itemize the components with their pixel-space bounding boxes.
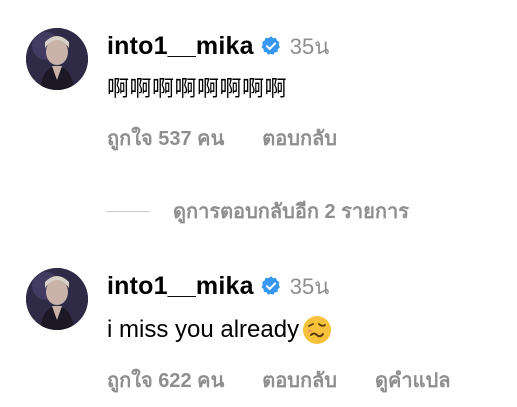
likes-count-button[interactable]: ถูกใจ 537 คน	[107, 122, 224, 154]
comment-content: into1__mika 35น i miss you already ถูกใจ…	[107, 270, 505, 396]
comment-actions: ถูกใจ 537 คน ตอบกลับ	[107, 122, 505, 154]
comments-thread: into1__mika 35น 啊啊啊啊啊啊啊啊 ถูกใจ 537 คน ตอ…	[0, 0, 517, 407]
divider-line	[107, 210, 149, 212]
view-replies-label: ดูการตอบกลับอีก 2 รายการ	[173, 201, 409, 223]
comment-text: 啊啊啊啊啊啊啊啊	[107, 74, 505, 104]
timestamp: 35น	[289, 273, 330, 299]
reply-button[interactable]: ตอบกลับ	[262, 122, 337, 154]
comment-actions: ถูกใจ 622 คน ตอบกลับ ดูคำแปล	[107, 364, 505, 396]
translate-button[interactable]: ดูคำแปล	[375, 364, 450, 396]
username[interactable]: into1__mika	[107, 32, 254, 61]
view-replies-button[interactable]: ดูการตอบกลับอีก 2 รายการ	[107, 195, 409, 227]
verified-badge-icon	[260, 35, 282, 57]
verified-badge-icon	[260, 275, 282, 297]
avatar-image	[26, 268, 88, 330]
avatar-image	[26, 28, 88, 90]
likes-count-button[interactable]: ถูกใจ 622 คน	[107, 364, 224, 396]
comment-text-content: 啊啊啊啊啊啊啊啊	[107, 76, 288, 101]
username[interactable]: into1__mika	[107, 272, 254, 301]
timestamp: 35น	[289, 33, 330, 59]
comment-content: into1__mika 35น 啊啊啊啊啊啊啊啊 ถูกใจ 537 คน ตอ…	[107, 30, 505, 154]
reply-button[interactable]: ตอบกลับ	[262, 364, 337, 396]
comment-text-content: i miss you already	[107, 316, 300, 343]
comment-header: into1__mika 35น	[107, 270, 505, 302]
avatar[interactable]	[26, 268, 88, 330]
comment-text: i miss you already	[107, 314, 505, 346]
woozy-face-emoji-icon	[301, 314, 333, 346]
avatar[interactable]	[26, 28, 88, 90]
comment-header: into1__mika 35น	[107, 30, 505, 62]
